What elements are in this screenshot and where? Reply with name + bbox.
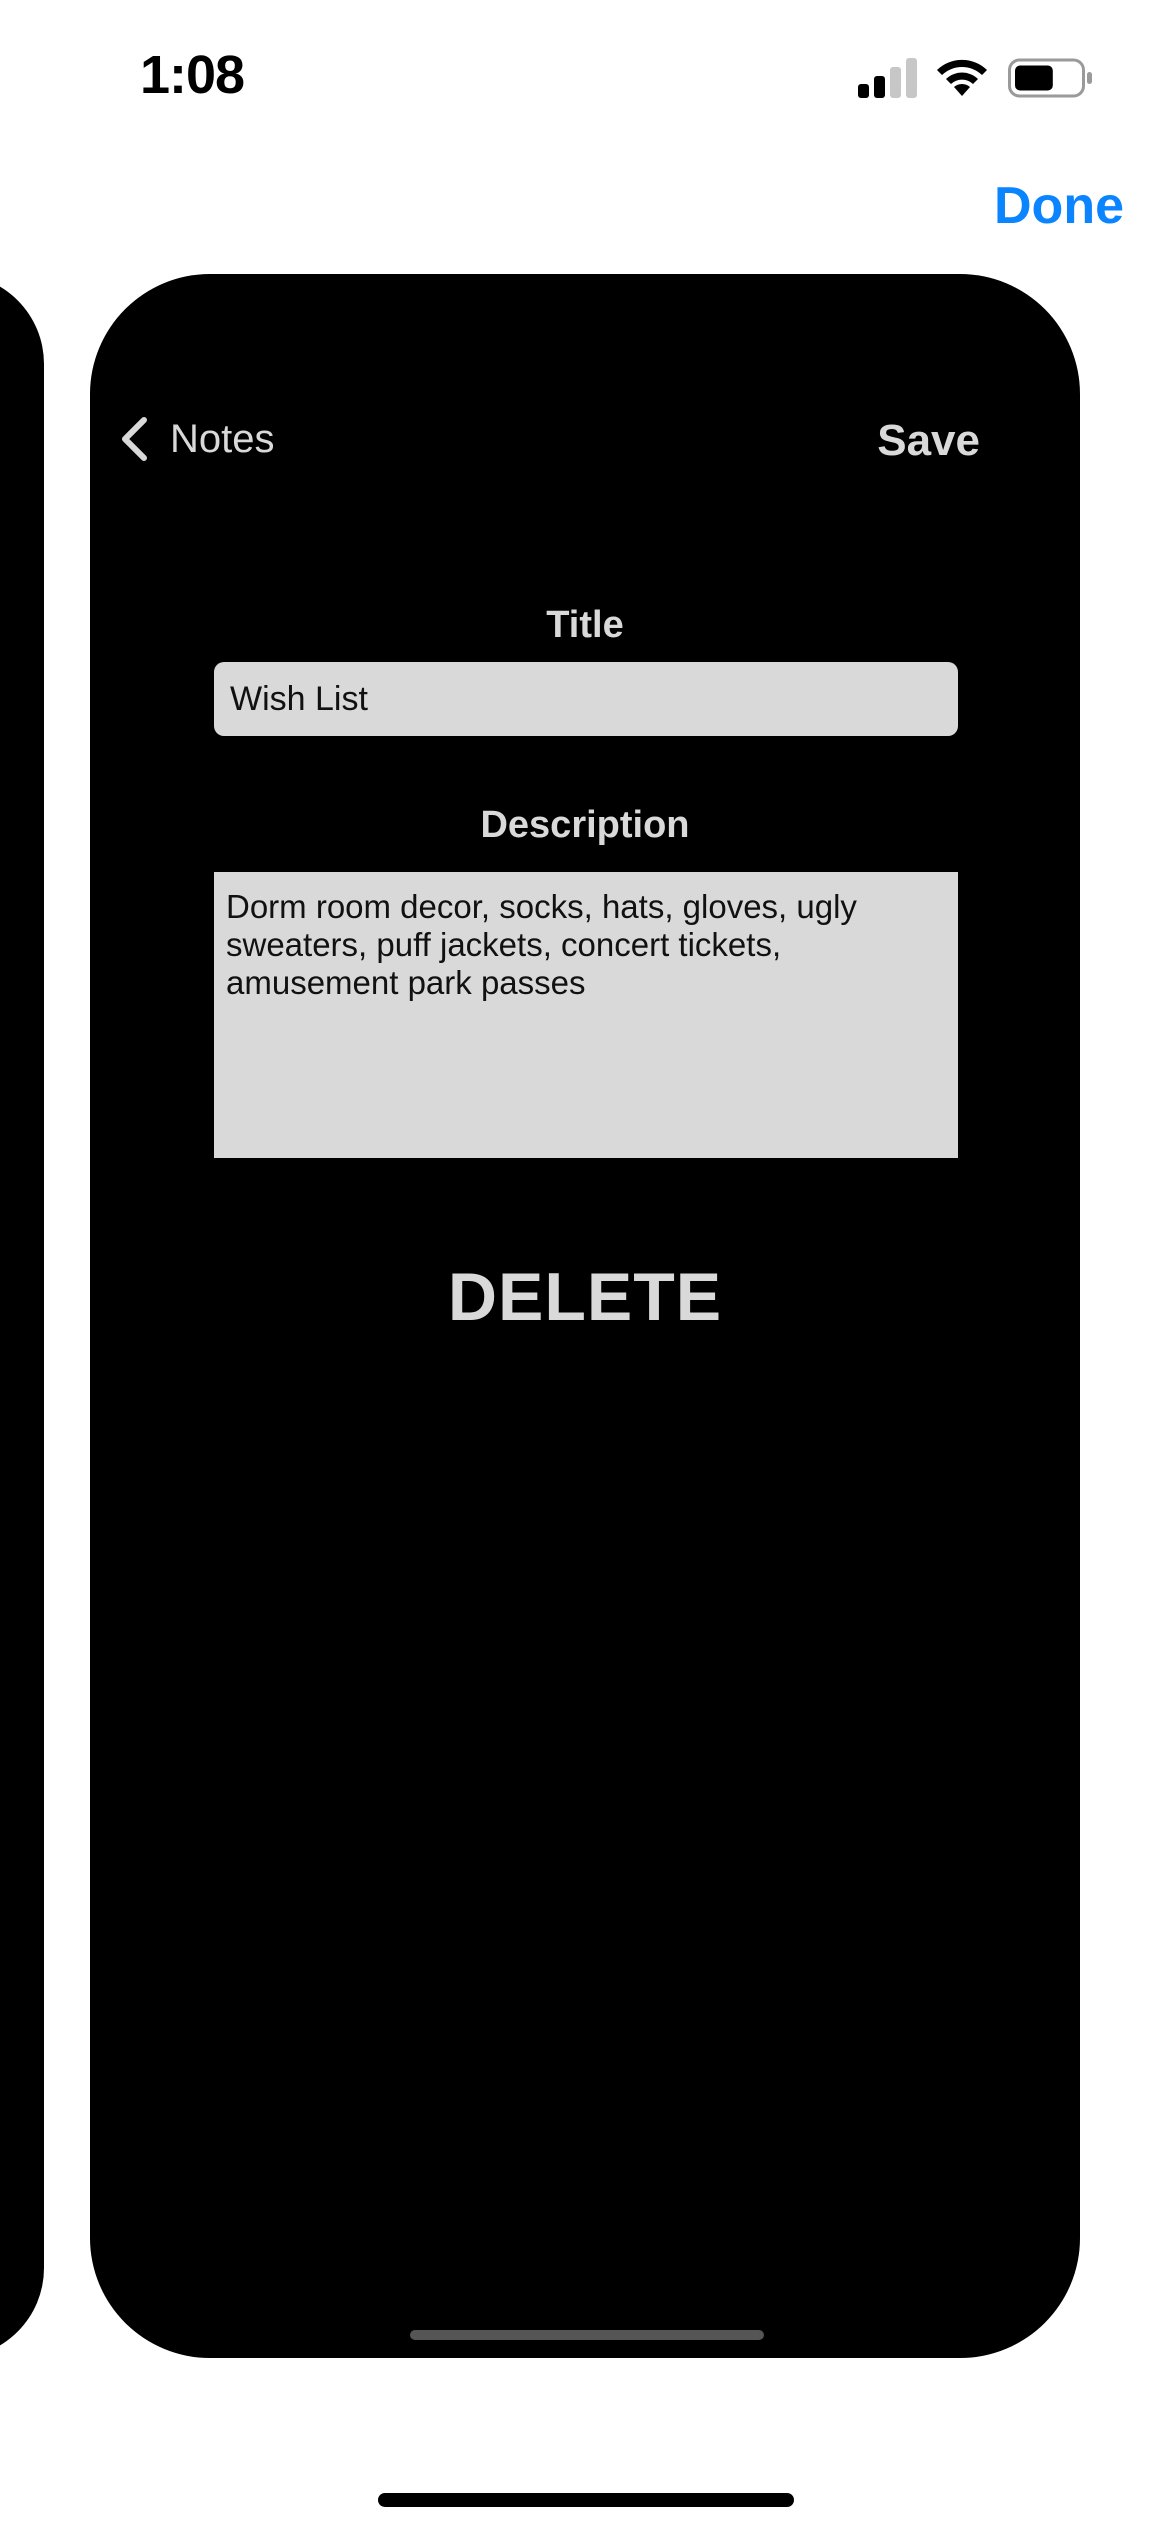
cellular-signal-icon [858,58,917,98]
back-button[interactable]: Notes [118,416,275,462]
chevron-left-icon [122,417,147,461]
battery-icon [1008,58,1092,98]
title-label: Title [546,604,624,646]
status-time: 1:08 [140,45,245,105]
note-editor-card: Notes Save Title Wish List Description D… [90,274,1080,2358]
home-indicator[interactable] [378,2493,794,2507]
card-home-indicator [410,2330,764,2340]
description-textarea[interactable]: Dorm room decor, socks, hats, gloves, ug… [214,872,958,1158]
back-label: Notes [170,416,275,461]
done-button[interactable]: Done [994,176,1124,236]
previous-card[interactable] [0,274,44,2358]
wifi-icon [937,59,987,96]
title-input[interactable]: Wish List [214,662,958,736]
save-button[interactable]: Save [877,416,980,466]
delete-button[interactable]: DELETE [90,1258,1080,1336]
description-label: Description [480,804,690,846]
screen: 1:08 Done Notes Save Title Wish List Des… [0,0,1170,2532]
